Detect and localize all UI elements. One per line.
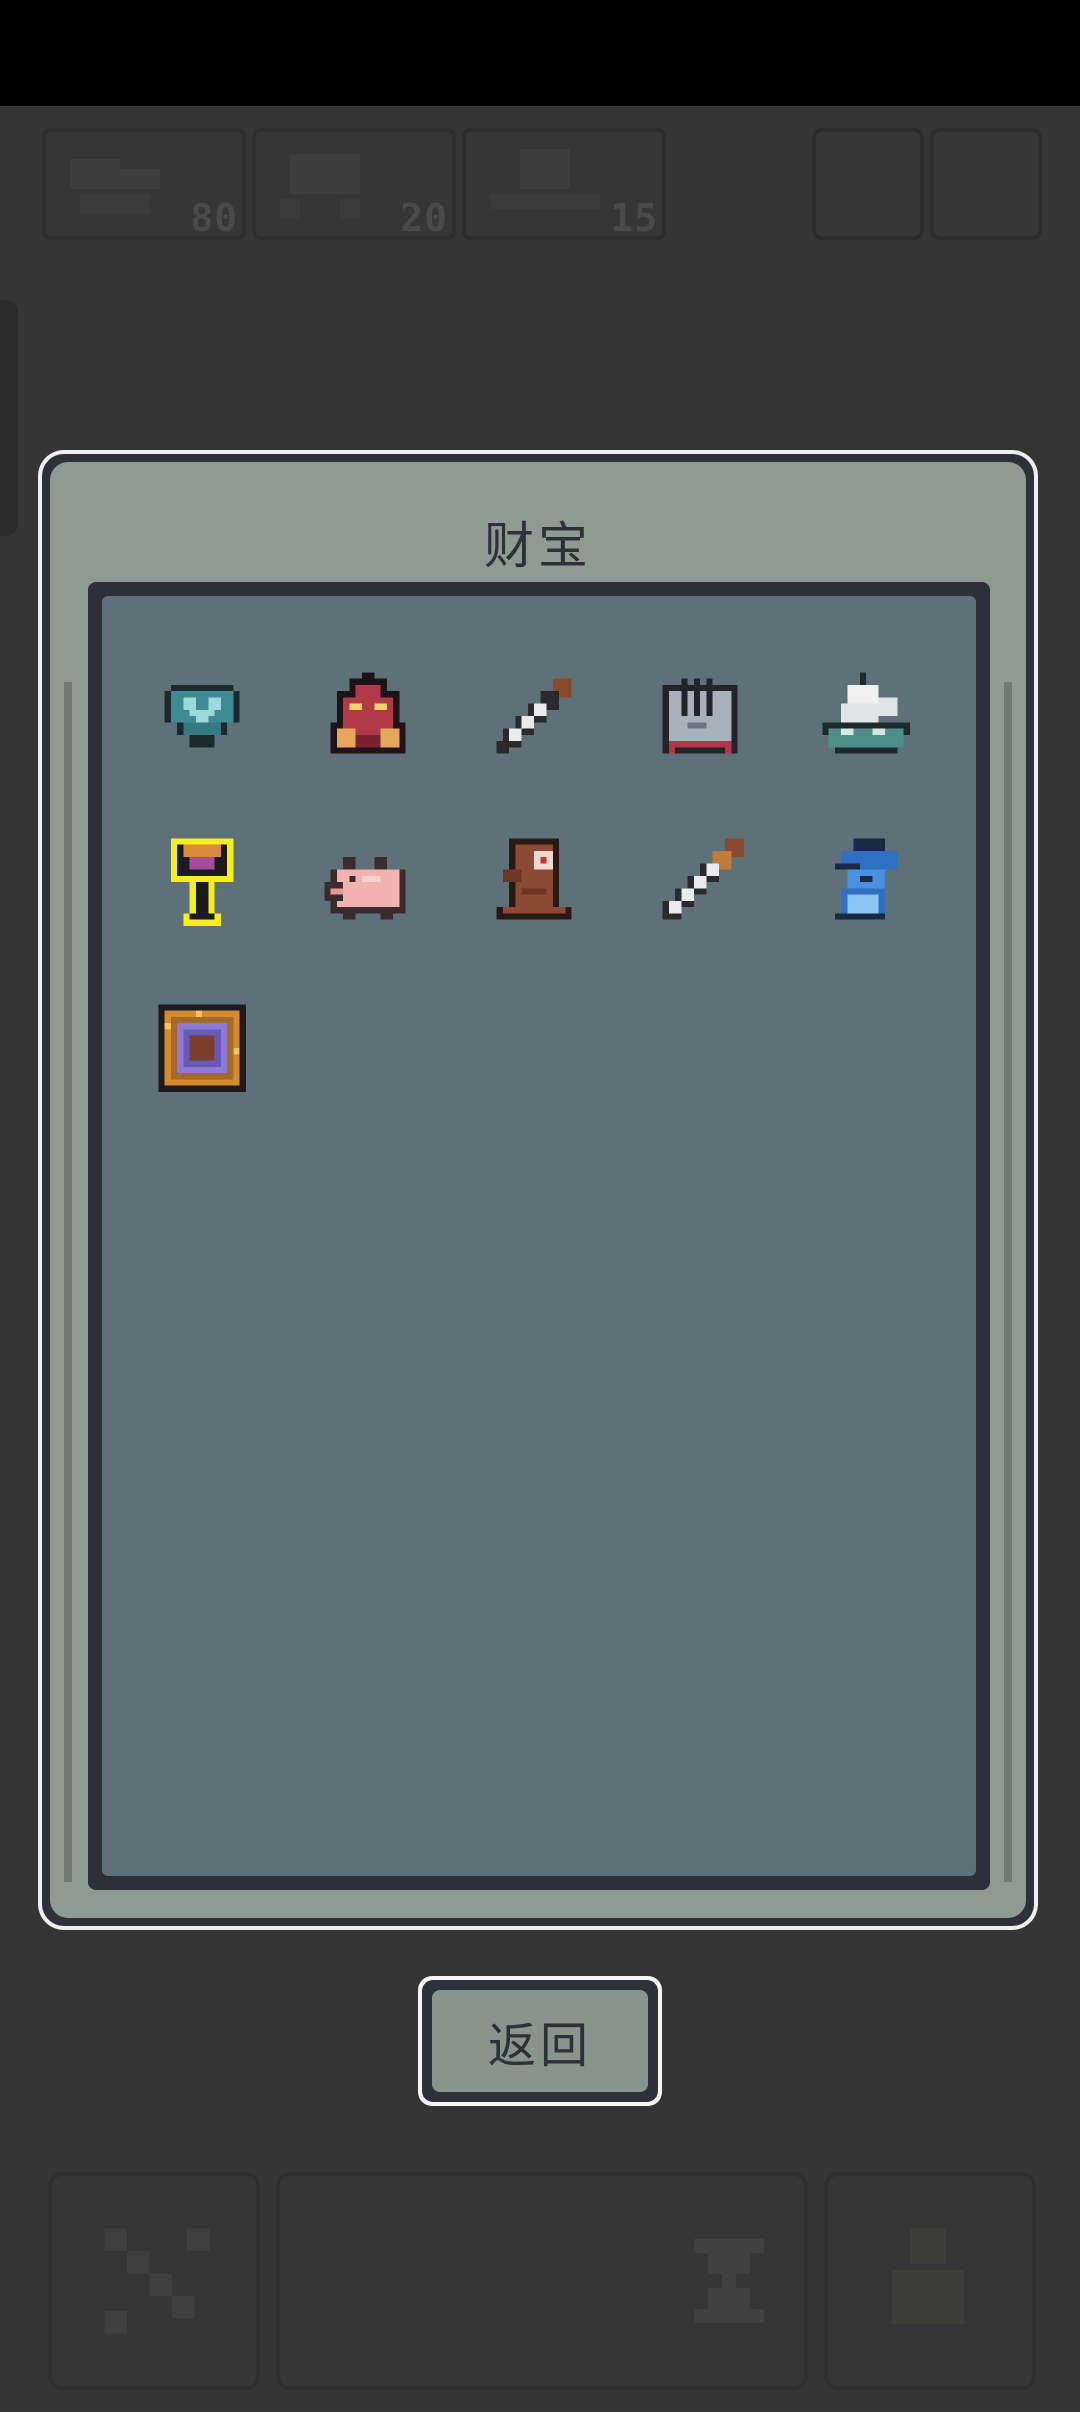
treasure-panel-body: 财宝: [50, 462, 1026, 1918]
brown-totem-icon[interactable]: [474, 822, 594, 942]
back-button-label: 返回: [432, 1990, 648, 2092]
blue-wizard-icon[interactable]: [806, 822, 926, 942]
teal-heart-gem-icon[interactable]: [142, 656, 262, 776]
resource-count-skull: 15: [610, 196, 658, 240]
treasure-grid-frame: [88, 582, 990, 1890]
resource-slot-skull: 15: [462, 128, 666, 240]
cart-icon: [280, 154, 360, 219]
top-menu-button-2[interactable]: [930, 128, 1042, 240]
hourglass-icon: [694, 2239, 764, 2323]
resource-slot-cart: 20: [252, 128, 456, 240]
treasure-screen: 80 20 15 财宝 返回: [0, 0, 1080, 2412]
top-menu-button-1[interactable]: [812, 128, 924, 240]
resource-count-drill: 80: [190, 196, 238, 240]
stone-gauntlet-icon[interactable]: [640, 656, 760, 776]
skull-icon: [490, 149, 600, 209]
panel-title: 财宝: [484, 517, 592, 575]
pink-piggy-icon[interactable]: [308, 822, 428, 942]
golden-chalice-icon[interactable]: [142, 822, 262, 942]
drill-icon: [70, 159, 160, 214]
battle-button[interactable]: [48, 2172, 260, 2390]
red-demon-mask-icon[interactable]: [308, 656, 428, 776]
short-dagger-icon[interactable]: [474, 656, 594, 776]
treasure-grid: [102, 596, 976, 1876]
resource-slot-drill: 80: [42, 128, 246, 240]
long-sword-icon[interactable]: [640, 822, 760, 942]
wait-button[interactable]: [276, 2172, 808, 2390]
treasure-panel: 财宝: [38, 450, 1038, 1930]
resource-count-cart: 20: [400, 196, 448, 240]
sailing-ship-icon[interactable]: [806, 656, 926, 776]
crossed-swords-icon: [104, 2228, 210, 2334]
person-icon: [892, 2228, 964, 2324]
back-button[interactable]: 返回: [418, 1976, 662, 2106]
character-button[interactable]: [824, 2172, 1036, 2390]
rune-portal-tablet-icon[interactable]: [142, 988, 262, 1108]
side-tab[interactable]: [0, 300, 18, 536]
